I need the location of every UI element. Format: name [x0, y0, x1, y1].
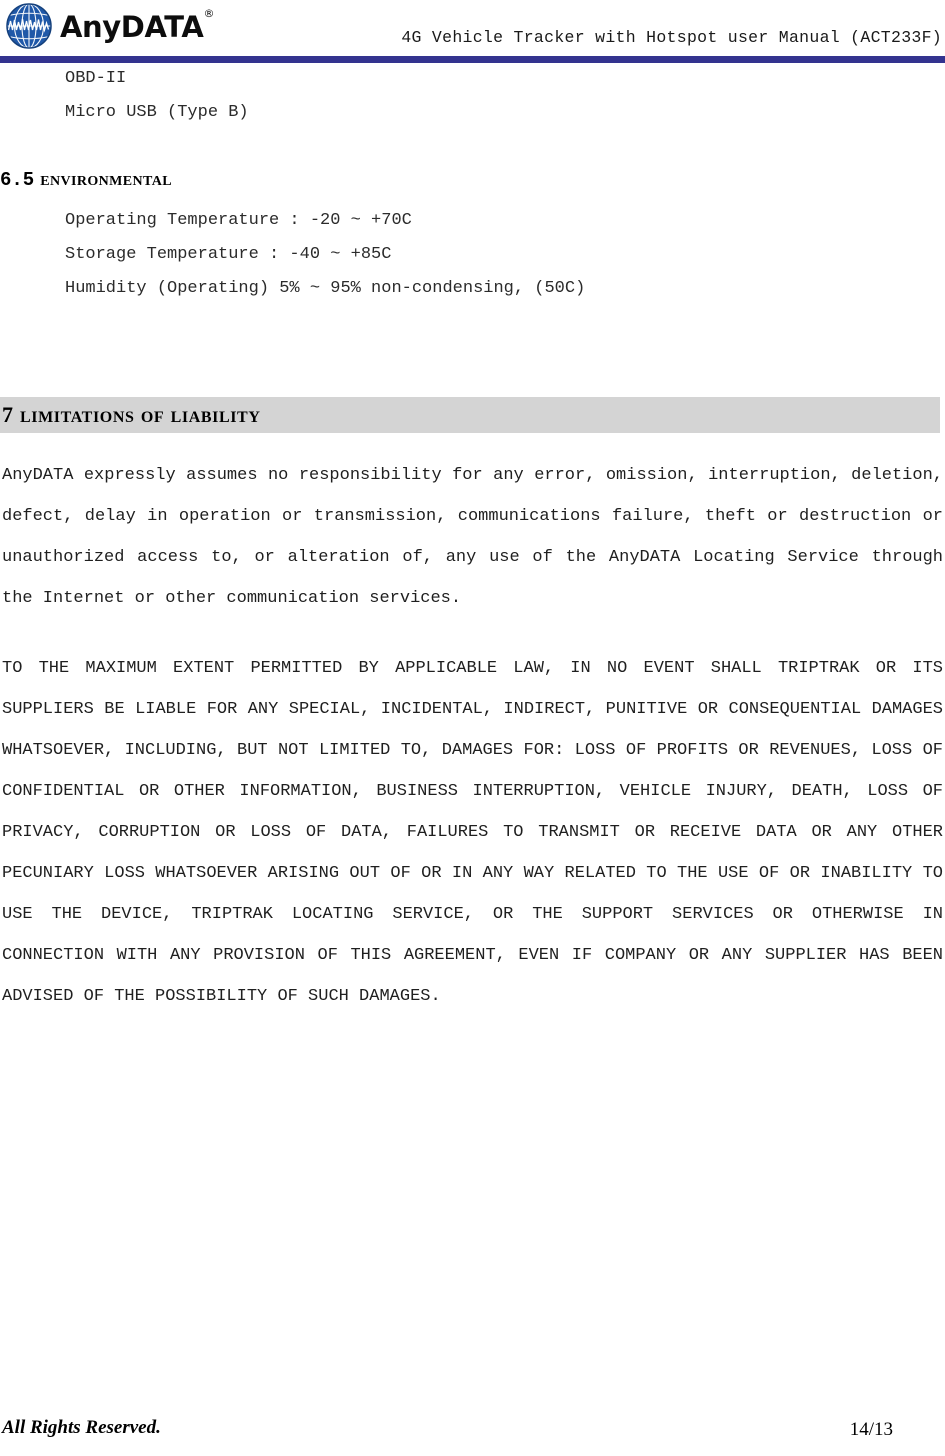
section-number: 6.5	[0, 169, 35, 191]
section-title: Environmental	[40, 168, 172, 190]
section-number: 7	[2, 402, 13, 427]
registered-trademark-icon: ®	[203, 6, 215, 20]
spec-line: Operating Temperature : -20 ~ +70C	[65, 211, 412, 230]
brand-wordmark: AnyDATA®	[60, 8, 214, 44]
brand-name-text: AnyDATA	[60, 9, 204, 44]
brand-logo: AnyDATA®	[4, 1, 214, 51]
section-title: Limitations of Liability	[20, 402, 261, 427]
spec-line: Micro USB (Type B)	[65, 103, 249, 122]
environmental-spec-list: Operating Temperature : -20 ~ +70C Stora…	[0, 204, 945, 306]
spec-line: OBD-II	[65, 69, 127, 88]
interface-spec-list: OBD-II Micro USB (Type B)	[0, 62, 945, 130]
section-heading-limitations-of-liability: 7 Limitations of Liability	[0, 397, 940, 433]
spec-line: Humidity (Operating) 5% ~ 95% non-conden…	[65, 279, 586, 298]
page-footer: All Rights Reserved. 14/13	[0, 1417, 945, 1447]
document-content: OBD-II Micro USB (Type B) 6.5 Environment…	[0, 62, 945, 1017]
globe-icon	[6, 3, 52, 49]
spec-line: Storage Temperature : -40 ~ +85C	[65, 245, 392, 264]
footer-rights-text: All Rights Reserved.	[2, 1417, 161, 1438]
paragraph: TO THE MAXIMUM EXTENT PERMITTED BY APPLI…	[2, 659, 943, 1006]
section-heading-environmental: 6.5 Environmental	[0, 166, 945, 194]
footer-page-number: 14/13	[849, 1419, 893, 1440]
paragraph: AnyDATA expressly assumes no responsibil…	[2, 466, 943, 608]
page-header: AnyDATA® 4G Vehicle Tracker with Hotspot…	[0, 0, 945, 63]
document-header-title: 4G Vehicle Tracker with Hotspot user Man…	[401, 28, 942, 47]
